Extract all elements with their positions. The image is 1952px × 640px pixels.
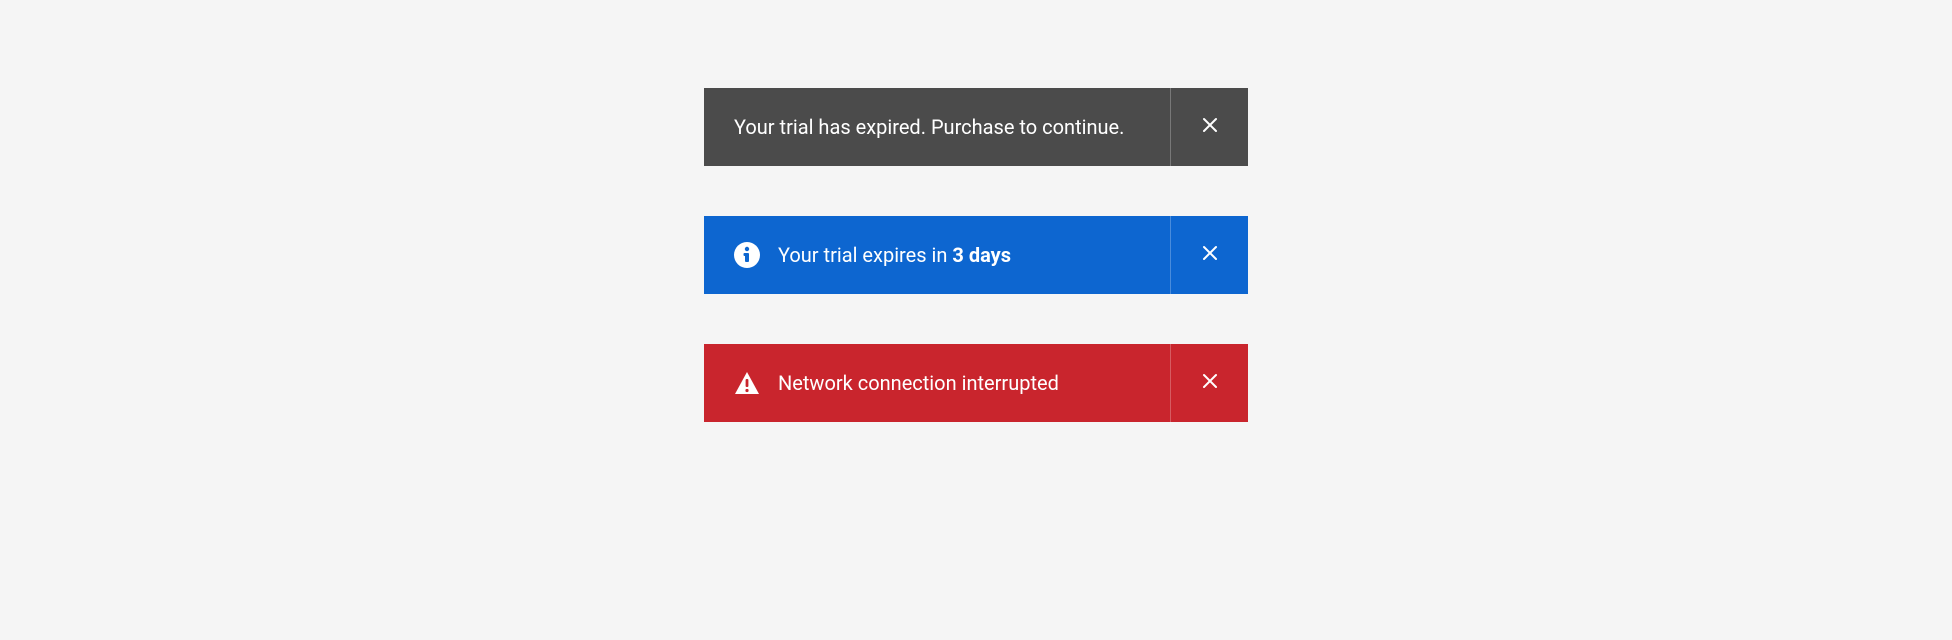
alert-content: Your trial has expired. Purchase to cont… (704, 88, 1170, 166)
alert-message-bold: 3 days (952, 243, 1011, 267)
alert-icon (734, 371, 760, 395)
close-button[interactable] (1170, 88, 1248, 166)
alert-content: Your trial expires in 3 days (704, 216, 1170, 294)
alert-message: Your trial has expired. Purchase to cont… (734, 115, 1124, 139)
close-icon (1202, 117, 1218, 137)
info-icon (734, 242, 760, 268)
close-icon (1202, 373, 1218, 393)
alert-bar-neutral: Your trial has expired. Purchase to cont… (704, 88, 1248, 166)
alert-content: Network connection interrupted (704, 344, 1170, 422)
alert-bar-info: Your trial expires in 3 days (704, 216, 1248, 294)
alert-message: Network connection interrupted (778, 371, 1059, 395)
close-icon (1202, 245, 1218, 265)
alert-bar-negative: Network connection interrupted (704, 344, 1248, 422)
close-button[interactable] (1170, 344, 1248, 422)
alert-message: Your trial expires in 3 days (778, 243, 1011, 267)
alert-message-prefix: Your trial expires in (778, 243, 952, 267)
close-button[interactable] (1170, 216, 1248, 294)
